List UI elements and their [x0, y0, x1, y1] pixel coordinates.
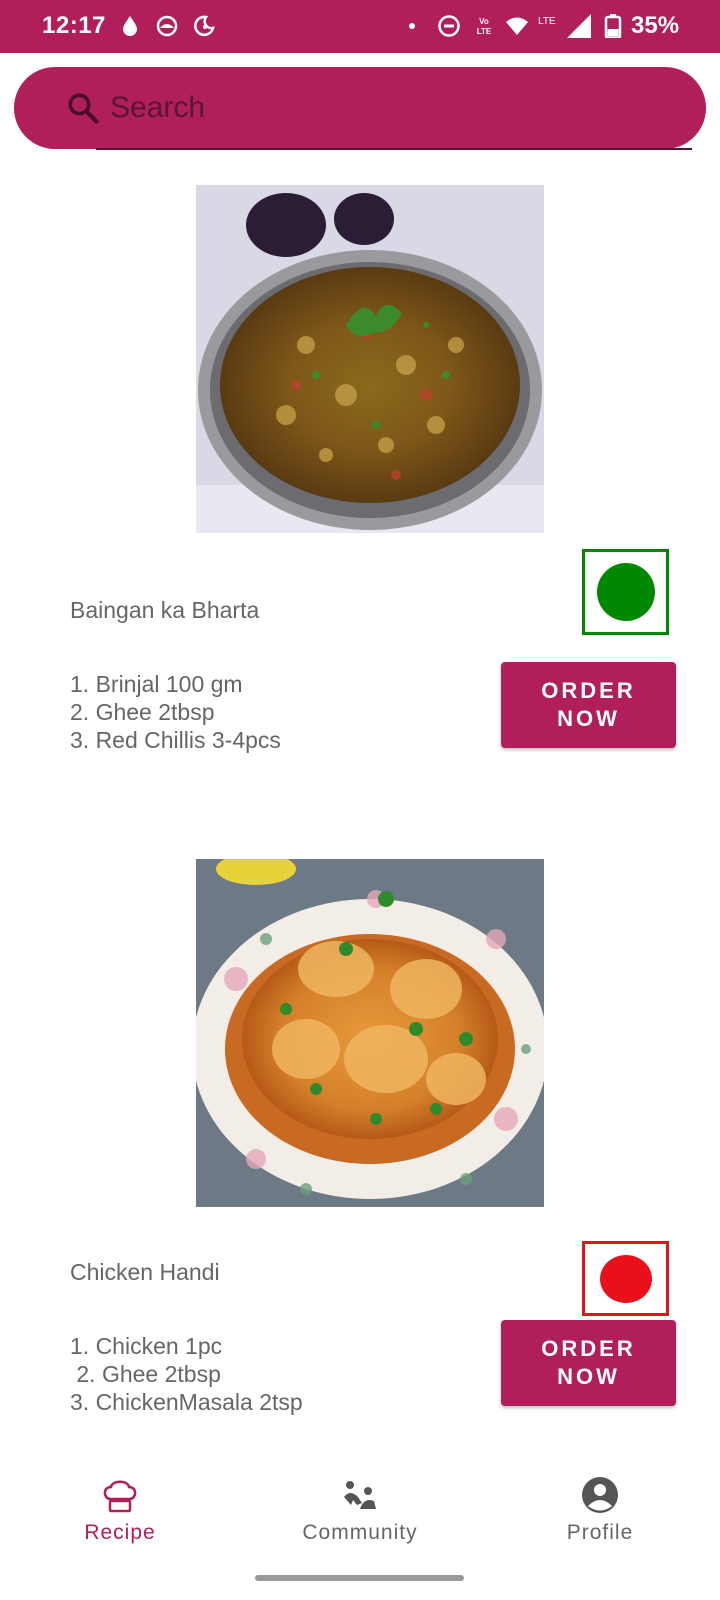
do-not-disturb-icon: [438, 15, 460, 37]
dish-name: Chicken Handi: [70, 1259, 220, 1285]
nav-label-community: Community: [302, 1521, 418, 1544]
non-veg-indicator-dot: [599, 1254, 652, 1303]
battery-percent: 35%: [631, 12, 680, 39]
chef-hat-icon: [103, 1480, 137, 1513]
battery-icon: [604, 14, 622, 38]
veg-indicator-dot: [596, 563, 655, 621]
ingredients-list: 1. Chicken 1pc 2. Ghee 2tbsp 3. ChickenM…: [70, 1333, 303, 1415]
ingredients-list: 1. Brinjal 100 gm 2. Ghee 2tbsp 3. Red C…: [70, 671, 281, 753]
search-bar[interactable]: [14, 67, 706, 149]
sun-circle-icon: [156, 15, 178, 37]
profile-icon: [582, 1477, 618, 1513]
order-now-label: ORDER NOW: [541, 1336, 636, 1389]
nav-item-community[interactable]: Community: [240, 1455, 480, 1545]
community-icon: [344, 1481, 376, 1509]
nav-label-profile: Profile: [566, 1521, 634, 1544]
svg-text:LTE: LTE: [538, 16, 556, 27]
order-now-button[interactable]: ORDER NOW: [501, 662, 676, 748]
nav-item-profile[interactable]: Profile: [480, 1455, 720, 1545]
volte-icon: VoLTE: [477, 17, 492, 36]
nav-item-recipe[interactable]: Recipe: [0, 1455, 240, 1545]
svg-text:Vo: Vo: [479, 17, 489, 26]
status-time: 12:17: [42, 12, 106, 39]
non-veg-indicator: [582, 1241, 669, 1316]
recipe-image-chicken-handi: [196, 859, 544, 1207]
wifi-icon: [506, 17, 528, 35]
home-indicator[interactable]: [255, 1575, 464, 1581]
svg-text:LTE: LTE: [477, 27, 492, 36]
moon-icon: [194, 15, 215, 37]
order-now-label: ORDER NOW: [541, 678, 636, 731]
search-icon[interactable]: [66, 91, 100, 125]
dot-icon: [409, 23, 415, 29]
recipe-image-baingan-bharta: [196, 185, 544, 533]
order-now-button[interactable]: ORDER NOW: [501, 1320, 676, 1406]
dish-name: Baingan ka Bharta: [70, 597, 260, 623]
nav-label-recipe: Recipe: [84, 1521, 156, 1544]
lte-signal-icon: LTE: [538, 14, 591, 38]
status-bar: 12:17 Vo LTE LTE 35%: [0, 0, 720, 53]
search-input[interactable]: [110, 83, 690, 133]
drop-icon: [123, 16, 137, 36]
search-underline: [96, 148, 692, 150]
veg-indicator: [582, 549, 669, 635]
